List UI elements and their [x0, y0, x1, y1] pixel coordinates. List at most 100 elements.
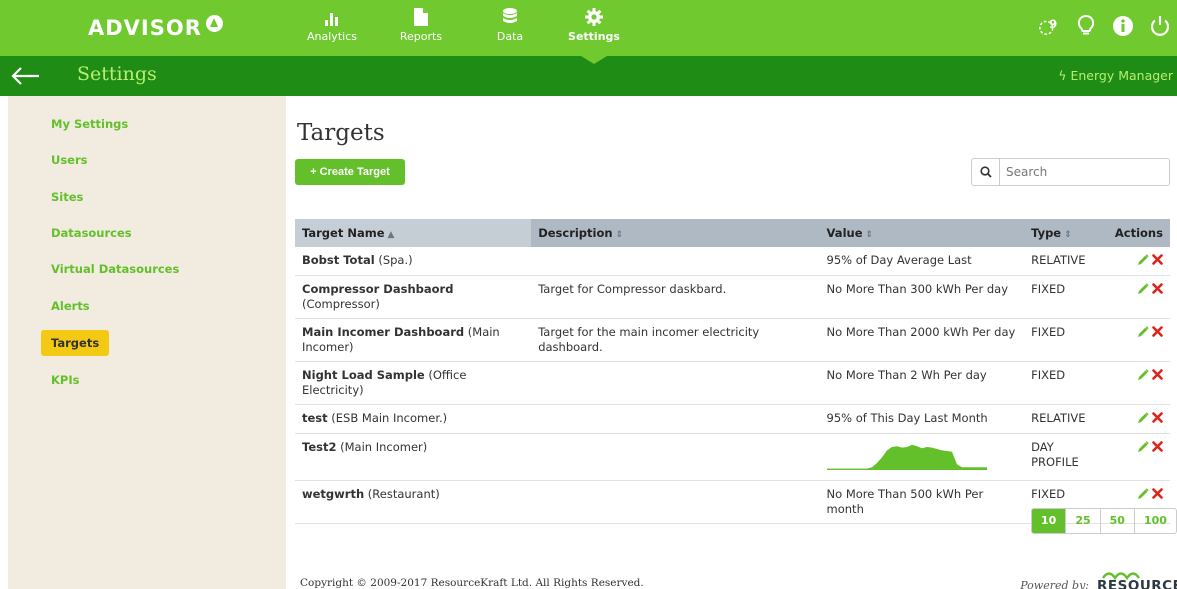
cell-description — [531, 433, 820, 481]
delete-x-icon[interactable] — [1152, 254, 1163, 266]
advisor-logo[interactable]: ADVISOR — [88, 8, 223, 48]
search-box — [971, 158, 1170, 186]
sort-icon: ⇕ — [1064, 230, 1072, 240]
resource-logo[interactable]: RESOURCE — [1097, 568, 1177, 589]
target-source: (Restaurant) — [367, 486, 440, 501]
nav-settings-label: Settings — [568, 30, 620, 43]
delete-x-icon[interactable] — [1152, 282, 1163, 295]
sidebar-item-alerts[interactable]: Alerts — [41, 293, 100, 319]
edit-pencil-icon[interactable] — [1137, 411, 1149, 424]
column-header-value[interactable]: Value ⇕ — [820, 219, 1025, 247]
sidebar-item-my-settings[interactable]: My Settings — [41, 111, 138, 137]
table-body: Bobst Total (Spa.) 95% of Day Average Las… — [295, 247, 1170, 524]
table-row[interactable]: Bobst Total (Spa.) 95% of Day Average Las… — [295, 247, 1170, 276]
edit-pencil-icon[interactable] — [1137, 325, 1149, 338]
page-size-selector: 10 25 50 100 — [1031, 508, 1177, 534]
cell-target-name: Compressor Dashbaord (Compressor) — [295, 275, 532, 319]
table-header-row: Target Name ▲ Description ⇕ Value ⇕ Type ⇕ A… — [295, 219, 1170, 247]
nav-data[interactable]: Data — [490, 6, 530, 52]
delete-x-icon[interactable] — [1152, 411, 1163, 424]
table-row[interactable]: Night Load Sample (Office Electricity) No… — [295, 361, 1170, 405]
back-arrow-icon[interactable] — [9, 62, 43, 90]
nav-reports[interactable]: Reports — [396, 6, 446, 52]
edit-pencil-icon[interactable] — [1137, 254, 1149, 266]
cell-type: RELATIVE — [1024, 247, 1108, 276]
target-name[interactable]: Compressor Dashbaord — [302, 282, 453, 296]
cell-target-name: Bobst Total (Spa.) — [295, 247, 532, 276]
cell-actions — [1107, 247, 1170, 276]
cell-value — [819, 433, 1025, 481]
column-header-description[interactable]: Description ⇕ — [531, 219, 819, 247]
edit-pencil-icon[interactable] — [1137, 282, 1149, 295]
delete-x-icon[interactable] — [1152, 487, 1163, 500]
nav-analytics-label: Analytics — [307, 30, 357, 43]
edit-pencil-icon[interactable] — [1137, 368, 1149, 381]
edit-pencil-icon[interactable] — [1137, 487, 1149, 500]
target-name[interactable]: wetgwrth — [302, 487, 364, 501]
page-size-100-button[interactable]: 100 — [1133, 509, 1176, 533]
cell-actions — [1107, 318, 1170, 362]
cell-description — [531, 404, 820, 434]
cell-description — [531, 247, 820, 276]
lightbulb-icon[interactable] — [1075, 14, 1097, 38]
edit-pencil-icon[interactable] — [1137, 440, 1149, 453]
page-size-50-button[interactable]: 50 — [1099, 509, 1134, 533]
column-label: Target Name — [302, 226, 385, 240]
logo-text: ADVISOR — [88, 16, 202, 40]
sidebar-item-datasources[interactable]: Datasources — [41, 220, 142, 246]
column-header-type[interactable]: Type ⇕ — [1024, 219, 1108, 247]
bar-chart-icon — [305, 6, 359, 26]
top-icons: 9 — [1038, 14, 1171, 38]
nav-analytics[interactable]: Analytics — [305, 6, 359, 52]
column-header-actions: Actions — [1108, 219, 1170, 247]
cell-type: RELATIVE — [1024, 404, 1108, 434]
sidebar-item-targets[interactable]: Targets — [41, 330, 110, 356]
page-size-10-button[interactable]: 10 — [1032, 509, 1066, 533]
sidebar-item-virtual-datasources[interactable]: Virtual Datasources — [41, 256, 189, 282]
search-input[interactable] — [1000, 159, 1169, 185]
search-icon[interactable] — [972, 159, 1000, 185]
target-source: (Main Incomer) — [340, 439, 428, 454]
cell-type: FIXED — [1024, 318, 1108, 362]
delete-x-icon[interactable] — [1152, 368, 1163, 381]
cell-type: DAY PROFILE — [1024, 433, 1108, 481]
top-navigation-bar: ADVISOR Analytics Reports Data Settings … — [0, 0, 1177, 56]
nav-settings[interactable]: Settings — [568, 6, 620, 52]
sidebar-item-users[interactable]: Users — [41, 147, 98, 173]
cell-type: FIXED — [1024, 361, 1108, 405]
sidebar-item-kpis[interactable]: KPIs — [41, 367, 89, 393]
target-name[interactable]: Night Load Sample — [302, 368, 425, 382]
cell-actions — [1107, 404, 1170, 434]
table-row[interactable]: Main Incomer Dashboard (Main Incomer) Tar… — [295, 318, 1170, 362]
cell-actions — [1107, 433, 1170, 481]
table-row[interactable]: Compressor Dashbaord (Compressor) Target … — [295, 275, 1170, 319]
target-name[interactable]: Bobst Total — [302, 253, 375, 267]
powered-by: Powered by: RESOURCE — [1020, 568, 1177, 589]
cell-target-name: wetgwrth (Restaurant) — [295, 480, 532, 524]
delete-x-icon[interactable] — [1152, 440, 1163, 453]
cell-description: Target for the main incomer electricity … — [531, 318, 820, 362]
cell-description — [531, 361, 820, 405]
column-header-target-name[interactable]: Target Name ▲ — [295, 219, 532, 247]
gear-icon — [568, 6, 620, 26]
cell-target-name: Night Load Sample (Office Electricity) — [295, 361, 532, 405]
target-name[interactable]: Main Incomer Dashboard — [302, 325, 464, 339]
notifications-icon[interactable]: 9 — [1038, 14, 1060, 38]
cell-value: No More Than 500 kWh Per month — [819, 480, 1025, 524]
energy-manager-link[interactable]: ϟ Energy Manager — [1058, 68, 1173, 83]
energy-manager-label: Energy Manager — [1070, 68, 1173, 83]
info-icon[interactable] — [1112, 14, 1134, 38]
cell-description: Target for Compressor daskbard. — [531, 275, 820, 319]
create-target-button[interactable]: + Create Target — [295, 159, 405, 185]
sort-asc-icon: ▲ — [387, 230, 395, 240]
section-title: Settings — [77, 63, 157, 85]
delete-x-icon[interactable] — [1152, 325, 1163, 338]
table-row[interactable]: test (ESB Main Incomer.) 95% of This Day … — [295, 404, 1170, 434]
target-name[interactable]: test — [302, 411, 328, 425]
cell-value: 95% of Day Average Last — [819, 247, 1025, 276]
page-size-25-button[interactable]: 25 — [1065, 509, 1099, 533]
target-name[interactable]: Test2 — [302, 440, 336, 454]
table-row[interactable]: Test2 (Main Incomer) DAY PROFILE — [295, 433, 1170, 481]
power-icon[interactable] — [1149, 14, 1171, 38]
sidebar-item-sites[interactable]: Sites — [41, 184, 93, 210]
